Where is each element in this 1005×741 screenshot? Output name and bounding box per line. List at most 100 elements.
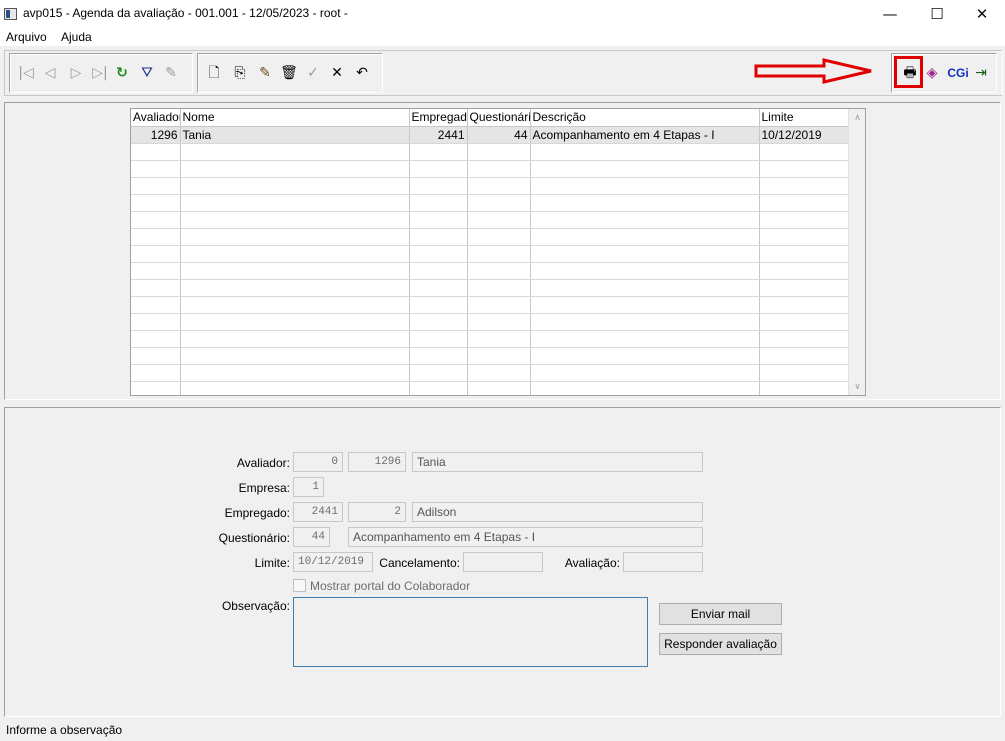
column-header[interactable]: Avaliador — [131, 109, 181, 127]
observacao-textarea[interactable] — [293, 597, 648, 667]
grid-cell — [409, 381, 468, 395]
menu-ajuda[interactable]: Ajuda — [61, 30, 92, 44]
grid-cell — [759, 194, 851, 212]
column-header[interactable]: Descrição — [530, 109, 760, 127]
empregado-code2-field[interactable]: 2 — [348, 502, 406, 522]
avaliacao-field[interactable] — [623, 552, 703, 572]
grid-cell — [409, 228, 468, 246]
grid-cell — [467, 330, 531, 348]
grid-cell — [131, 228, 181, 246]
grid-cell — [530, 194, 760, 212]
grid-cell — [467, 296, 531, 314]
table-row[interactable] — [131, 245, 851, 263]
scroll-up-icon[interactable]: ∧ — [849, 109, 865, 126]
grid-cell — [180, 296, 410, 314]
grid-cell — [467, 279, 531, 297]
column-header[interactable]: Limite — [759, 109, 851, 127]
undo-icon[interactable]: ↶ — [353, 64, 371, 82]
avaliador-code2-field[interactable]: 1296 — [348, 452, 406, 472]
grid-cell — [180, 330, 410, 348]
grid-cell — [530, 381, 760, 395]
questionario-name-field[interactable]: Acompanhamento em 4 Etapas - I — [348, 527, 703, 547]
table-row[interactable] — [131, 364, 851, 382]
empregado-name-field[interactable]: Adilson — [412, 502, 703, 522]
table-row[interactable] — [131, 228, 851, 246]
responder-avaliacao-button[interactable]: Responder avaliação — [659, 633, 782, 655]
table-row[interactable] — [131, 211, 851, 229]
empregado-code1-field[interactable]: 2441 — [293, 502, 343, 522]
table-row[interactable] — [131, 262, 851, 280]
table-row[interactable] — [131, 143, 851, 161]
avaliador-code1-field[interactable]: 0 — [293, 452, 343, 472]
confirm-icon[interactable]: ✓ — [304, 64, 322, 82]
scroll-down-icon[interactable]: ∨ — [849, 378, 865, 395]
delete-record-icon[interactable]: 🗑 — [280, 64, 298, 82]
edit-record-icon[interactable]: ✎ — [256, 64, 274, 82]
portal-checkbox-label: Mostrar portal do Colaborador — [310, 579, 471, 593]
table-row[interactable] — [131, 296, 851, 314]
grid-cell — [180, 160, 410, 178]
cancelamento-field[interactable] — [463, 552, 543, 572]
grid-cell — [131, 313, 181, 331]
avaliador-name-field[interactable]: Tania — [412, 452, 703, 472]
table-row[interactable]: 1296 Tania 2441 44 Acompanhamento em 4 E… — [131, 126, 851, 144]
grid-cell — [759, 211, 851, 229]
cancel-icon[interactable]: ✕ — [328, 64, 346, 82]
status-bar: Informe a observação — [0, 720, 1005, 741]
column-header[interactable]: Questionário — [467, 109, 531, 127]
app-icon — [4, 8, 17, 20]
title-bar: avp015 - Agenda da avaliação - 001.001 -… — [0, 0, 1005, 28]
grid-cell — [759, 364, 851, 382]
column-header[interactable]: Nome — [180, 109, 410, 127]
grid-cell — [530, 160, 760, 178]
first-record-icon[interactable]: |◁ — [17, 64, 35, 82]
exit-icon[interactable]: ⇥ — [972, 64, 990, 82]
grid-cell — [409, 347, 468, 365]
grid-cell — [467, 228, 531, 246]
grid-cell — [131, 347, 181, 365]
maximize-button[interactable]: ☐ — [914, 0, 960, 28]
table-row[interactable] — [131, 381, 851, 395]
grid-cell — [409, 330, 468, 348]
grid-cell — [530, 296, 760, 314]
new-record-icon[interactable]: 🗋 — [205, 64, 223, 82]
refresh-icon[interactable]: ↻ — [113, 64, 131, 82]
enviar-mail-button[interactable]: Enviar mail — [659, 603, 782, 625]
copy-record-icon[interactable]: ⎘ — [231, 64, 249, 82]
annotation-highlight — [894, 56, 923, 88]
table-row[interactable] — [131, 194, 851, 212]
menu-arquivo[interactable]: Arquivo — [6, 30, 47, 44]
last-record-icon[interactable]: ▷| — [91, 64, 109, 82]
grid-cell — [530, 364, 760, 382]
grid-cell — [180, 347, 410, 365]
grid-cell — [180, 381, 410, 395]
table-row[interactable] — [131, 313, 851, 331]
grid-cell — [530, 245, 760, 263]
column-header[interactable]: Empregado — [409, 109, 468, 127]
search-icon[interactable]: ✎ — [162, 64, 180, 82]
cgi-icon[interactable]: CGi — [946, 64, 970, 82]
grid-cell — [759, 262, 851, 280]
table-row[interactable] — [131, 279, 851, 297]
empresa-field[interactable]: 1 — [293, 477, 324, 497]
table-row[interactable] — [131, 347, 851, 365]
questionario-code-field[interactable]: 44 — [293, 527, 330, 547]
portal-checkbox[interactable] — [293, 579, 306, 592]
limite-field[interactable]: 10/12/2019 — [293, 552, 373, 572]
filter-icon[interactable]: ⛛ — [138, 64, 156, 82]
grid-cell — [409, 177, 468, 195]
cancelamento-label: Cancelamento: — [379, 556, 460, 570]
minimize-button[interactable]: — — [867, 0, 913, 28]
next-record-icon[interactable]: ▷ — [67, 64, 85, 82]
evaluation-grid[interactable]: Avaliador Nome Empregado Questionário De… — [130, 108, 866, 396]
table-row[interactable] — [131, 330, 851, 348]
grid-scrollbar[interactable]: ∧ ∨ — [848, 109, 865, 395]
previous-record-icon[interactable]: ◁ — [41, 64, 59, 82]
close-button[interactable]: ✕ — [959, 0, 1005, 28]
limite-label: Limite: — [254, 556, 290, 570]
grid-cell — [467, 347, 531, 365]
status-text: Informe a observação — [6, 723, 123, 737]
book-icon[interactable]: ◈ — [923, 64, 941, 82]
table-row[interactable] — [131, 160, 851, 178]
table-row[interactable] — [131, 177, 851, 195]
